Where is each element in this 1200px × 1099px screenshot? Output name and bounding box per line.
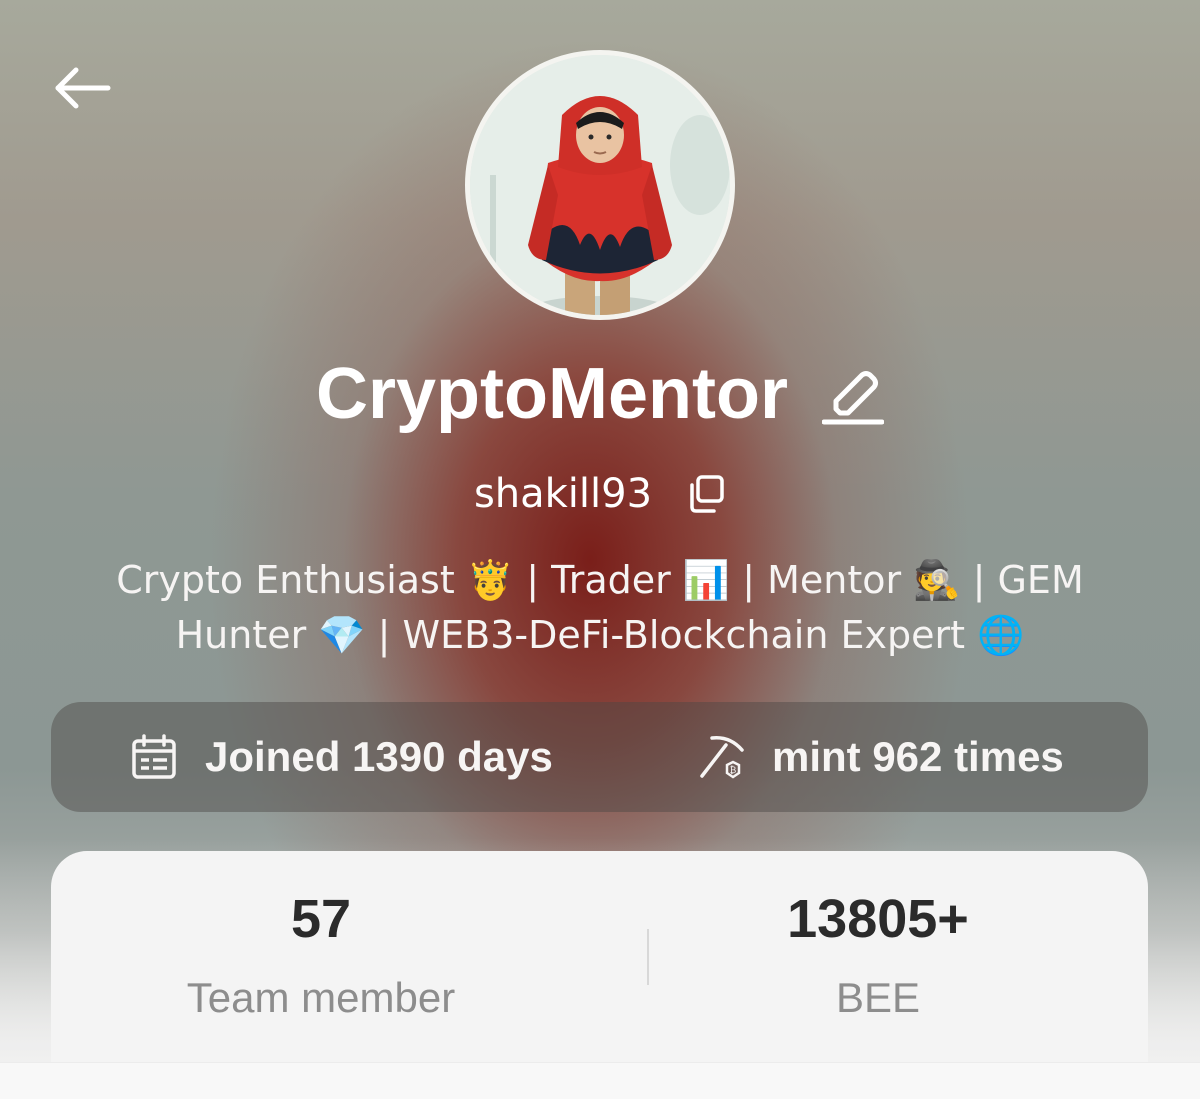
arrow-left-icon xyxy=(55,67,111,109)
bottom-area xyxy=(0,1062,1200,1099)
avatar[interactable] xyxy=(465,50,735,320)
joined-stat: Joined 1390 days xyxy=(129,702,553,812)
bee-label: BEE xyxy=(835,974,921,1021)
profile-bio: Crypto Enthusiast 🤴 | Trader 📊 | Mentor … xyxy=(116,558,1084,657)
display-name: CryptoMentor xyxy=(316,354,788,434)
handle-row: shakill93 xyxy=(0,466,1200,522)
avatar-image xyxy=(470,55,730,315)
team-member-stat[interactable]: 57 Team member xyxy=(51,851,591,1023)
stats-pill: Joined 1390 days ₿ mint 962 times xyxy=(51,702,1148,812)
mint-count-text: mint 962 times xyxy=(772,733,1064,780)
back-button[interactable] xyxy=(48,58,118,118)
bee-value: 13805+ xyxy=(787,889,969,949)
joined-days-text: Joined 1390 days xyxy=(205,733,553,780)
summary-card: 57 Team member 13805+ BEE xyxy=(51,851,1148,1081)
pencil-icon[interactable] xyxy=(821,365,884,427)
name-row: CryptoMentor xyxy=(0,352,1200,436)
svg-text:₿: ₿ xyxy=(730,765,737,776)
pickaxe-icon: ₿ xyxy=(700,736,744,779)
mint-stat: ₿ mint 962 times xyxy=(696,702,1064,812)
copy-icon[interactable] xyxy=(686,474,726,514)
team-count: 57 xyxy=(290,889,352,949)
bee-stat[interactable]: 13805+ BEE xyxy=(608,851,1148,1023)
calendar-icon xyxy=(132,734,176,779)
team-label: Team member xyxy=(186,974,456,1021)
username-handle: shakill93 xyxy=(473,471,653,517)
